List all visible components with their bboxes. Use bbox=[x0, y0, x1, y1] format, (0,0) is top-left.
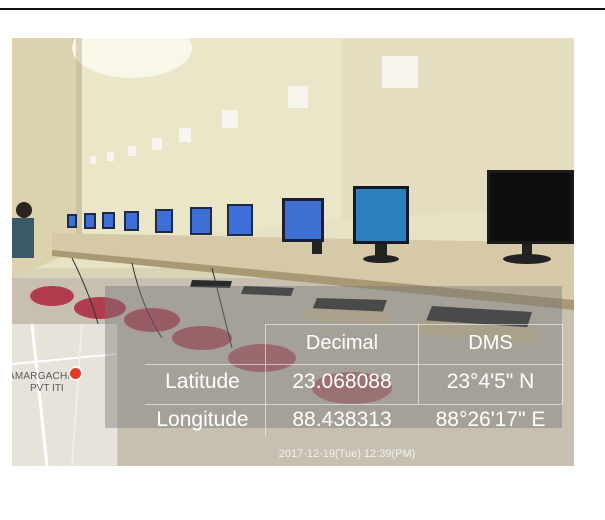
gps-coordinates-overlay bbox=[105, 286, 562, 428]
column-header-dms: DMS bbox=[468, 332, 513, 354]
table-gridline bbox=[145, 404, 562, 405]
table-gridline bbox=[265, 324, 562, 325]
longitude-decimal-value: 88.438313 bbox=[292, 408, 392, 431]
map-roads bbox=[12, 324, 117, 466]
latitude-dms-value: 23°4'5" N bbox=[446, 370, 535, 393]
location-pin-icon bbox=[70, 368, 81, 379]
map-place-label: AMARGACHI bbox=[12, 371, 71, 382]
latitude-decimal-value: 23.068088 bbox=[292, 370, 392, 393]
row-label-latitude: Latitude bbox=[165, 370, 240, 393]
column-header-decimal: Decimal bbox=[305, 332, 379, 354]
top-divider bbox=[0, 8, 605, 10]
row-label-longitude: Longitude bbox=[156, 408, 249, 431]
map-place-sublabel: PVT ITI bbox=[30, 383, 64, 394]
table-gridline bbox=[562, 324, 563, 404]
longitude-dms-value: 88°26'17" E bbox=[435, 408, 546, 431]
table-gridline bbox=[145, 364, 562, 365]
location-map-inset: AMARGACHI PVT ITI bbox=[12, 324, 118, 466]
sign-machine-1 bbox=[288, 86, 308, 108]
capture-timestamp: 2017-12-19(Tue) 12:39(PM) bbox=[278, 448, 416, 460]
sign-machine-2 bbox=[382, 56, 418, 88]
